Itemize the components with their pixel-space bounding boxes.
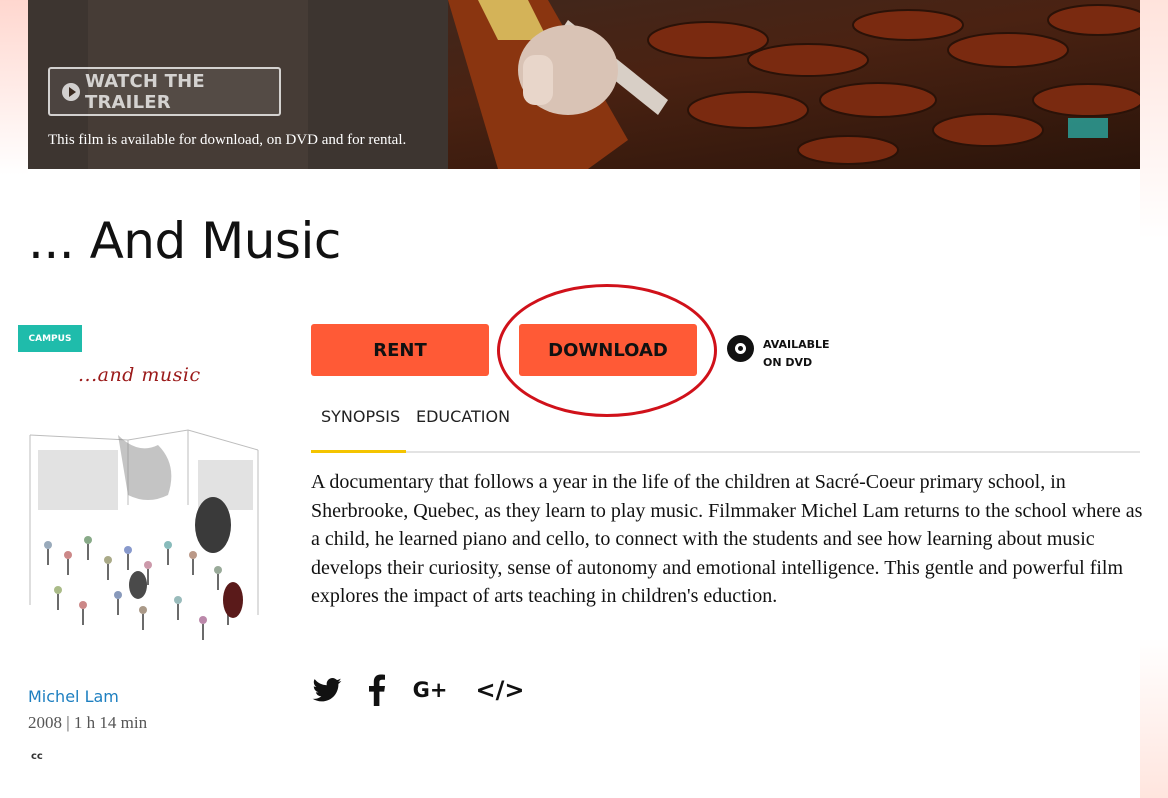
twitter-icon [312, 678, 342, 702]
highlight-circle [497, 284, 717, 417]
cc-icon: cc [31, 751, 43, 762]
embed-icon: </> [475, 676, 525, 704]
tab-education[interactable]: EDUCATION [416, 407, 510, 426]
dvd-label-line1: AVAILABLE [763, 338, 830, 351]
availability-text: This film is available for download, on … [48, 132, 407, 148]
rent-button[interactable]: RENT [311, 324, 489, 376]
google-plus-icon: G+ [412, 678, 448, 702]
tab-synopsis[interactable]: SYNOPSIS [321, 407, 400, 426]
embed-button[interactable]: </> [474, 670, 526, 710]
director-link[interactable]: Michel Lam [28, 687, 119, 706]
twitter-share-button[interactable] [311, 670, 343, 710]
watch-trailer-label: WATCH THE TRAILER [85, 70, 205, 113]
facebook-icon [369, 674, 385, 706]
campus-badge: CAMPUS [18, 325, 82, 352]
film-meta: 2008 | 1 h 14 min [28, 713, 148, 732]
dvd-icon [727, 335, 754, 362]
dvd-availability[interactable]: AVAILABLE ON DVD [763, 336, 830, 372]
content-tabs: SYNOPSIS EDUCATION [311, 405, 1140, 453]
facebook-share-button[interactable] [366, 670, 388, 710]
active-tab-indicator [311, 450, 406, 453]
page-glow-left [0, 0, 28, 175]
page-glow-right [1140, 0, 1168, 798]
dvd-label-line2: ON DVD [763, 356, 813, 369]
synopsis-text: A documentary that follows a year in the… [311, 471, 1143, 608]
page-title: ... And Music [28, 212, 341, 270]
watch-trailer-button[interactable]: WATCH THE TRAILER [48, 67, 281, 116]
poster-title: ...and music [78, 364, 201, 386]
play-icon [62, 82, 80, 101]
hero-banner: WATCH THE TRAILER This film is available… [28, 0, 1140, 169]
film-poster[interactable] [28, 355, 260, 655]
google-plus-share-button[interactable]: G+ [410, 670, 450, 710]
